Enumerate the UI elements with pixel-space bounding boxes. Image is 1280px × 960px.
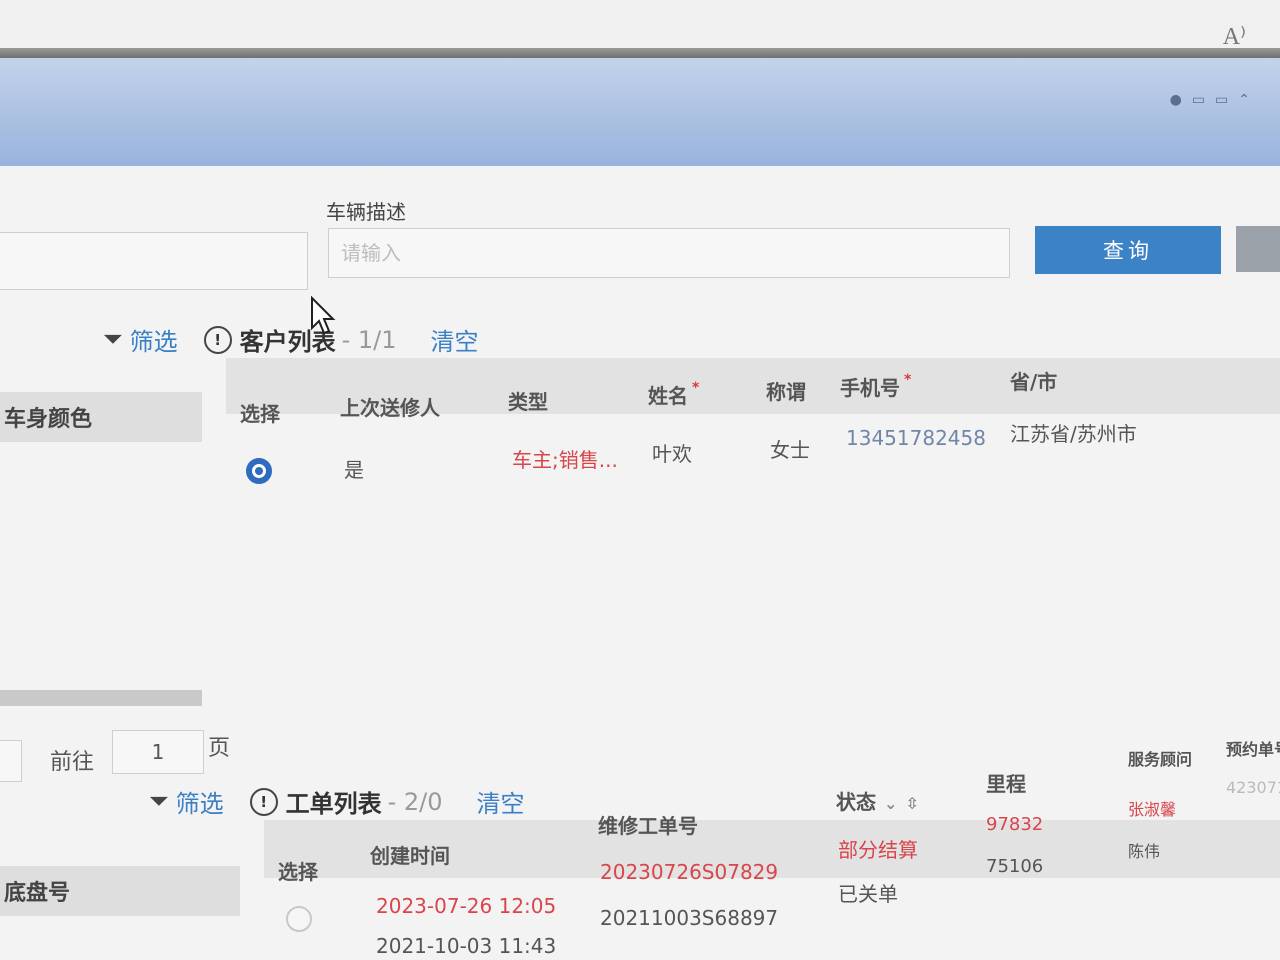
cell-created-time: 2023-07-26 12:05 [376,894,557,918]
chassis-no-header: 底盘号 [0,866,240,916]
work-order-toolbar: ⏷ 筛选 ! 工单列表 - 2/0 清空 [150,784,525,819]
page-number-input[interactable] [112,730,204,774]
col-created-time: 创建时间 [370,844,450,868]
cell-created-time: 2021-10-03 11:43 [376,934,557,958]
cell-title: 女士 [770,438,810,462]
work-order-clear-link[interactable]: 清空 [477,784,525,819]
circle-icon[interactable]: ● [1170,92,1192,108]
browser-top-bar: A⁾ [0,0,1280,52]
maximize-icon[interactable]: ▭ [1192,92,1215,108]
query-button[interactable]: 查询 [1035,226,1221,274]
filter-icon[interactable]: ⏷ [150,789,168,814]
horizontal-scrollbar[interactable] [0,690,202,706]
col-select: 选择 [278,860,318,884]
col-phone: 手机号 * [840,372,912,400]
browser-divider [0,48,1280,58]
app-header-band [0,58,1280,166]
page-size-select[interactable] [0,740,22,782]
required-mark: * [692,380,700,396]
row-radio-selected[interactable] [246,458,272,484]
reset-button-partial[interactable] [1236,226,1280,272]
customer-filter-link[interactable]: 筛选 [130,322,178,357]
col-mileage: 里程 [986,772,1026,796]
cell-type: 车主;销售... [512,448,618,472]
restore-icon[interactable]: ▭ [1215,92,1238,108]
info-icon: ! [249,787,278,816]
cell-repair-no: 20230726S07829 [600,860,779,884]
filter-icon[interactable]: ⏷ [104,327,122,352]
body-color-header: 车身颜色 [0,392,202,442]
cell-province: 江苏省/苏州市 [1010,422,1137,446]
row-radio[interactable] [286,906,312,932]
chevron-up-icon[interactable]: ⌃ [1238,92,1260,108]
col-select: 选择 [240,402,280,426]
col-province: 省/市 [1010,370,1058,394]
cell-repair-no: 20211003S68897 [600,906,779,930]
col-status: 状态 ⌄ ⇳ [836,790,919,814]
customer-list-count: - 1/1 [341,325,397,354]
col-repair-no: 维修工单号 [598,814,698,838]
col-name: 姓名 * [648,380,700,408]
info-icon: ! [203,325,232,354]
col-last-sender: 上次送修人 [340,396,440,420]
customer-list-toolbar: ⏷ 筛选 ! 客户列表 - 1/1 清空 [104,322,479,357]
vehicle-desc-input[interactable] [329,229,1009,277]
sort-icon[interactable]: ⇳ [905,794,918,813]
cell-reservation: 423071 [1226,778,1280,797]
cell-status: 已关单 [838,882,898,906]
cell-advisor: 陈伟 [1128,842,1161,861]
cell-status: 部分结算 [838,838,918,862]
col-title: 称谓 [766,380,806,404]
cell-mileage: 75106 [986,856,1044,877]
cell-advisor: 张淑馨 [1128,800,1177,819]
chevron-down-icon[interactable]: ⌄ [884,794,897,813]
col-advisor: 服务顾问 [1128,750,1193,769]
reader-mode-icon[interactable]: A⁾ [1223,22,1246,51]
cell-mileage: 97832 [986,814,1044,835]
cell-phone: 13451782458 [846,426,986,450]
col-reservation: 预约单号 [1226,740,1280,759]
mouse-cursor-icon [311,296,336,335]
page-unit-label: 页 [208,736,231,761]
work-order-table: 选择 创建时间 维修工单号 状态⌄⇳ 里程 服务顾问 预约单号 2023-07-… [264,740,1280,960]
customer-clear-link[interactable]: 清空 [431,322,479,357]
cell-name: 叶欢 [652,442,692,466]
col-type: 类型 [508,390,548,414]
partial-search-field[interactable] [0,232,308,290]
goto-label: 前往 [50,750,95,775]
vehicle-desc-label: 车辆描述 [326,200,406,224]
work-order-filter-link[interactable]: 筛选 [176,784,224,819]
window-controls: ●▭▭⌃ [1170,92,1260,108]
cell-last-sender: 是 [344,458,364,482]
required-mark: * [904,372,912,388]
work-order-list-count: - 2/0 [387,787,443,816]
partial-search-input[interactable] [0,233,307,289]
vehicle-desc-field[interactable] [328,228,1010,278]
work-order-list-title: 工单列表 [285,790,382,818]
customer-table: 选择 上次送修人 类型 姓名 * 称谓 手机号 * 省/市 是 车主;销售... 叶… [226,358,1280,688]
